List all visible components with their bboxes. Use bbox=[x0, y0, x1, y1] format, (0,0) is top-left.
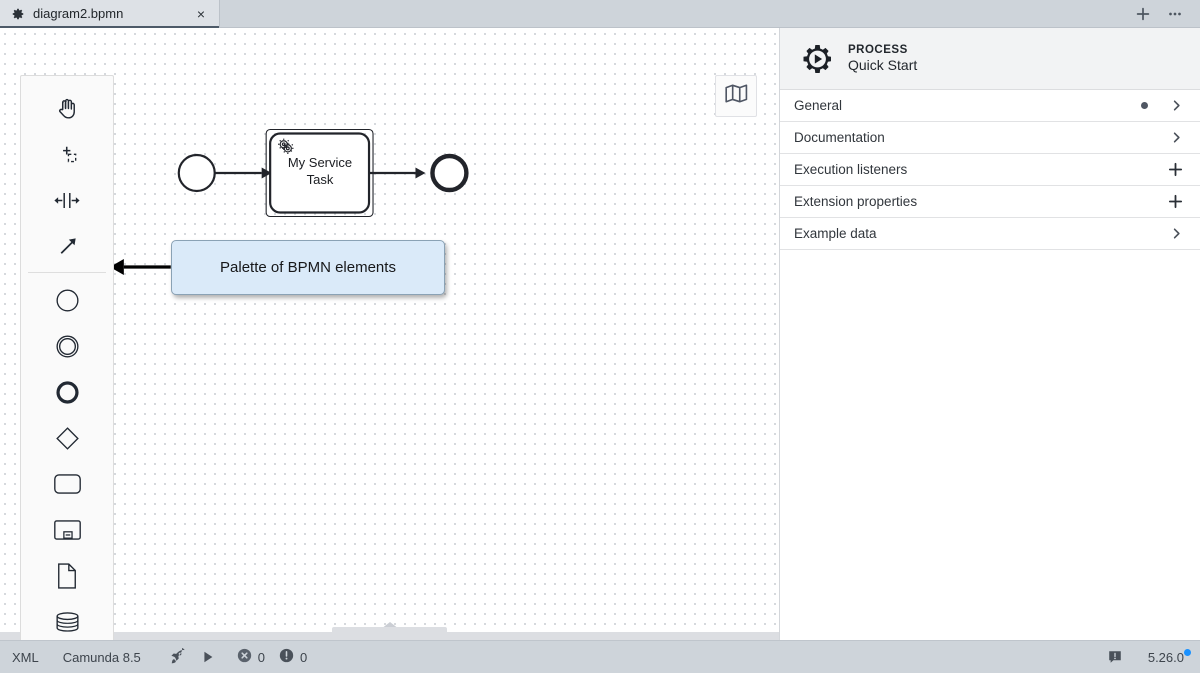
sequence-flow-1 bbox=[215, 168, 272, 179]
palette-gateway[interactable] bbox=[44, 415, 91, 461]
more-menu-button[interactable] bbox=[1162, 1, 1188, 27]
palette-intermediate-event[interactable] bbox=[44, 323, 91, 369]
new-tab-button[interactable] bbox=[1130, 1, 1156, 27]
chevron-right-icon bbox=[1169, 130, 1184, 145]
bpmn-palette[interactable] bbox=[20, 75, 114, 640]
close-icon[interactable]: × bbox=[193, 6, 209, 22]
bpmn-canvas[interactable]: My Service Task bbox=[0, 28, 780, 640]
panel-group-extension-properties[interactable]: Extension properties bbox=[780, 186, 1200, 218]
tab-bar: diagram2.bpmn × bbox=[0, 0, 1200, 28]
palette-space-tool[interactable] bbox=[44, 177, 91, 223]
panel-group-example-data[interactable]: Example data bbox=[780, 218, 1200, 250]
element-type-label: PROCESS bbox=[848, 44, 917, 56]
callout-arrow bbox=[110, 259, 171, 275]
palette-start-event[interactable] bbox=[44, 277, 91, 323]
annotation-callout: Palette of BPMN elements bbox=[171, 240, 445, 295]
plus-icon[interactable] bbox=[1167, 161, 1184, 178]
palette-hand-tool[interactable] bbox=[44, 85, 91, 131]
app-version-text: 5.26.0 bbox=[1148, 650, 1184, 665]
annotation-callout-text: Palette of BPMN elements bbox=[220, 259, 396, 276]
deploy-rocket-icon[interactable] bbox=[163, 645, 193, 669]
properties-panel: PROCESS Quick Start General Documentatio… bbox=[780, 28, 1200, 640]
palette-subprocess[interactable] bbox=[44, 507, 91, 553]
panel-group-label: Documentation bbox=[794, 130, 1169, 145]
warning-count: 0 bbox=[300, 650, 307, 665]
resize-handle[interactable] bbox=[0, 632, 779, 640]
properties-panel-titles: PROCESS Quick Start bbox=[848, 44, 917, 73]
element-name-label: Quick Start bbox=[848, 57, 917, 73]
update-available-dot bbox=[1184, 649, 1191, 656]
palette-separator bbox=[28, 272, 106, 273]
status-engine-label[interactable]: Camunda 8.5 bbox=[51, 650, 163, 665]
properties-panel-header: PROCESS Quick Start bbox=[780, 28, 1200, 90]
status-errors[interactable]: 0 bbox=[237, 648, 265, 666]
app-window: diagram2.bpmn × bbox=[0, 0, 1200, 673]
error-circle-icon bbox=[237, 648, 252, 666]
chevron-right-icon bbox=[1169, 226, 1184, 241]
tab-diagram2[interactable]: diagram2.bpmn × bbox=[0, 0, 220, 27]
status-warnings[interactable]: 0 bbox=[279, 648, 307, 666]
group-filled-indicator-dot bbox=[1141, 102, 1148, 109]
service-task-label-line2: Task bbox=[270, 171, 370, 188]
resize-grip[interactable] bbox=[332, 627, 447, 634]
minimap-toggle-button[interactable] bbox=[715, 75, 757, 117]
panel-group-label: Execution listeners bbox=[794, 162, 1167, 177]
plus-icon[interactable] bbox=[1167, 193, 1184, 210]
panel-group-documentation[interactable]: Documentation bbox=[780, 122, 1200, 154]
warning-circle-icon bbox=[279, 648, 294, 666]
app-version-label[interactable]: 5.26.0 bbox=[1148, 650, 1188, 665]
status-xml-button[interactable]: XML bbox=[12, 650, 51, 665]
tab-bar-actions bbox=[1130, 0, 1200, 27]
chevron-right-icon bbox=[1169, 98, 1184, 113]
tab-bar-spacer bbox=[220, 0, 1130, 27]
panel-group-label: Example data bbox=[794, 226, 1169, 241]
notification-icon[interactable] bbox=[1100, 645, 1130, 669]
palette-end-event[interactable] bbox=[44, 369, 91, 415]
palette-task[interactable] bbox=[44, 461, 91, 507]
start-event-shape bbox=[179, 155, 215, 191]
panel-group-label: Extension properties bbox=[794, 194, 1167, 209]
status-bar: XML Camunda 8.5 0 bbox=[0, 640, 1200, 673]
panel-group-general[interactable]: General bbox=[780, 90, 1200, 122]
palette-lasso-tool[interactable] bbox=[44, 131, 91, 177]
service-task-label: My Service Task bbox=[270, 154, 370, 188]
end-event-shape bbox=[432, 156, 466, 190]
map-icon bbox=[724, 83, 749, 109]
tab-title: diagram2.bpmn bbox=[33, 6, 179, 21]
run-play-icon[interactable] bbox=[193, 645, 223, 669]
process-gear-play-icon bbox=[800, 42, 834, 76]
palette-data-store[interactable] bbox=[44, 599, 91, 640]
bpmn-diagram bbox=[0, 28, 779, 640]
error-count: 0 bbox=[258, 650, 265, 665]
sequence-flow-2 bbox=[370, 168, 426, 179]
panel-group-label: General bbox=[794, 98, 1141, 113]
main-body: My Service Task bbox=[0, 28, 1200, 640]
palette-global-connect-tool[interactable] bbox=[44, 223, 91, 269]
service-task-label-line1: My Service bbox=[270, 154, 370, 171]
palette-data-object[interactable] bbox=[44, 553, 91, 599]
gear-icon bbox=[11, 7, 25, 21]
panel-group-execution-listeners[interactable]: Execution listeners bbox=[780, 154, 1200, 186]
